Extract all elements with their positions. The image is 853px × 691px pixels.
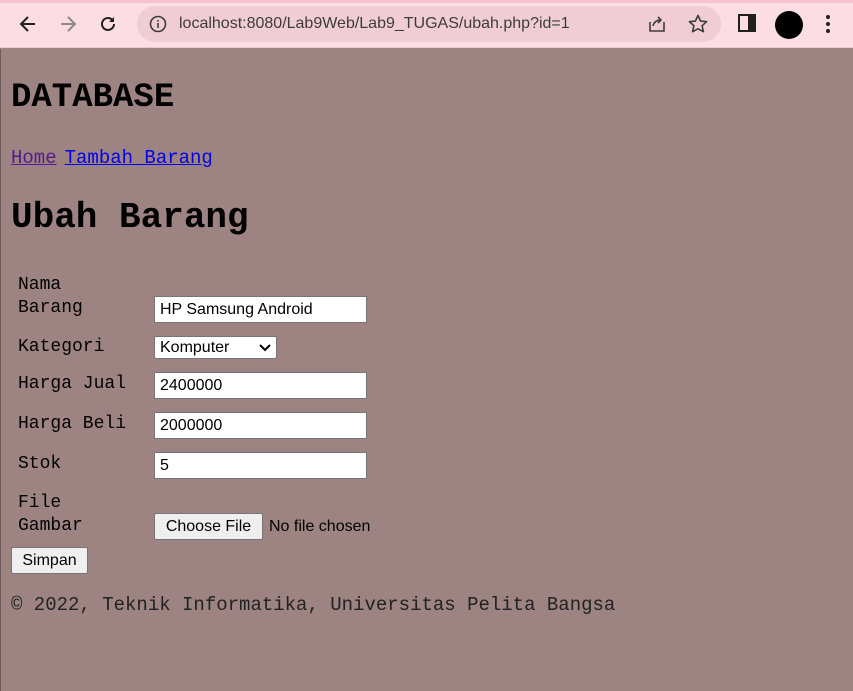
url-text[interactable]: localhost:8080/Lab9Web/Lab9_TUGAS/ubah.p…	[179, 13, 570, 35]
forward-arrow-icon	[61, 16, 77, 32]
kategori-select[interactable]: Komputer	[154, 336, 277, 359]
share-icon[interactable]	[647, 14, 667, 34]
reload-button[interactable]	[93, 9, 123, 39]
file-label-line1: File	[18, 493, 62, 513]
back-button[interactable]	[13, 9, 43, 39]
stok-input[interactable]: 5	[154, 452, 367, 479]
bookmark-star-icon[interactable]	[687, 13, 709, 35]
page-title: Ubah Barang	[11, 197, 249, 238]
chevron-down-icon	[259, 344, 271, 352]
site-title: DATABASE	[11, 79, 175, 117]
reload-icon	[101, 16, 115, 31]
stok-label: Stok	[18, 454, 62, 474]
kategori-label: Kategori	[18, 337, 105, 357]
side-panel-icon[interactable]	[737, 13, 757, 33]
nama-barang-label: Nama Barang	[18, 274, 148, 320]
kategori-selected-value: Komputer	[160, 339, 230, 356]
browser-toolbar: localhost:8080/Lab9Web/Lab9_TUGAS/ubah.p…	[0, 0, 853, 48]
forward-button[interactable]	[53, 9, 83, 39]
site-info-icon[interactable]	[149, 15, 167, 33]
harga-beli-input[interactable]: 2000000	[154, 412, 367, 439]
tab-strip-edge	[0, 0, 853, 3]
nav-links: Home Tambah Barang	[11, 147, 213, 169]
home-link[interactable]: Home	[11, 147, 57, 169]
profile-avatar[interactable]	[775, 11, 803, 39]
harga-jual-label: Harga Jual	[18, 374, 127, 394]
address-bar[interactable]: localhost:8080/Lab9Web/Lab9_TUGAS/ubah.p…	[137, 6, 721, 42]
file-label-line2: Gambar	[18, 516, 83, 536]
nama-label-line2: Barang	[18, 298, 83, 318]
harga-beli-label: Harga Beli	[18, 414, 127, 434]
menu-kebab-icon[interactable]	[818, 12, 838, 36]
page-content: DATABASE Home Tambah Barang Ubah Barang N…	[0, 49, 853, 691]
nama-barang-input[interactable]: HP Samsung Android	[154, 296, 367, 323]
choose-file-button[interactable]: Choose File	[154, 513, 263, 540]
simpan-button[interactable]: Simpan	[11, 547, 88, 574]
harga-jual-input[interactable]: 2400000	[154, 372, 367, 399]
footer-text: © 2022, Teknik Informatika, Universitas …	[11, 594, 616, 616]
back-arrow-icon	[19, 16, 35, 32]
file-gambar-label: File Gambar	[18, 492, 148, 538]
file-status-text: No file chosen	[269, 518, 371, 535]
nama-label-line1: Nama	[18, 275, 62, 295]
add-item-link[interactable]: Tambah Barang	[65, 147, 213, 169]
